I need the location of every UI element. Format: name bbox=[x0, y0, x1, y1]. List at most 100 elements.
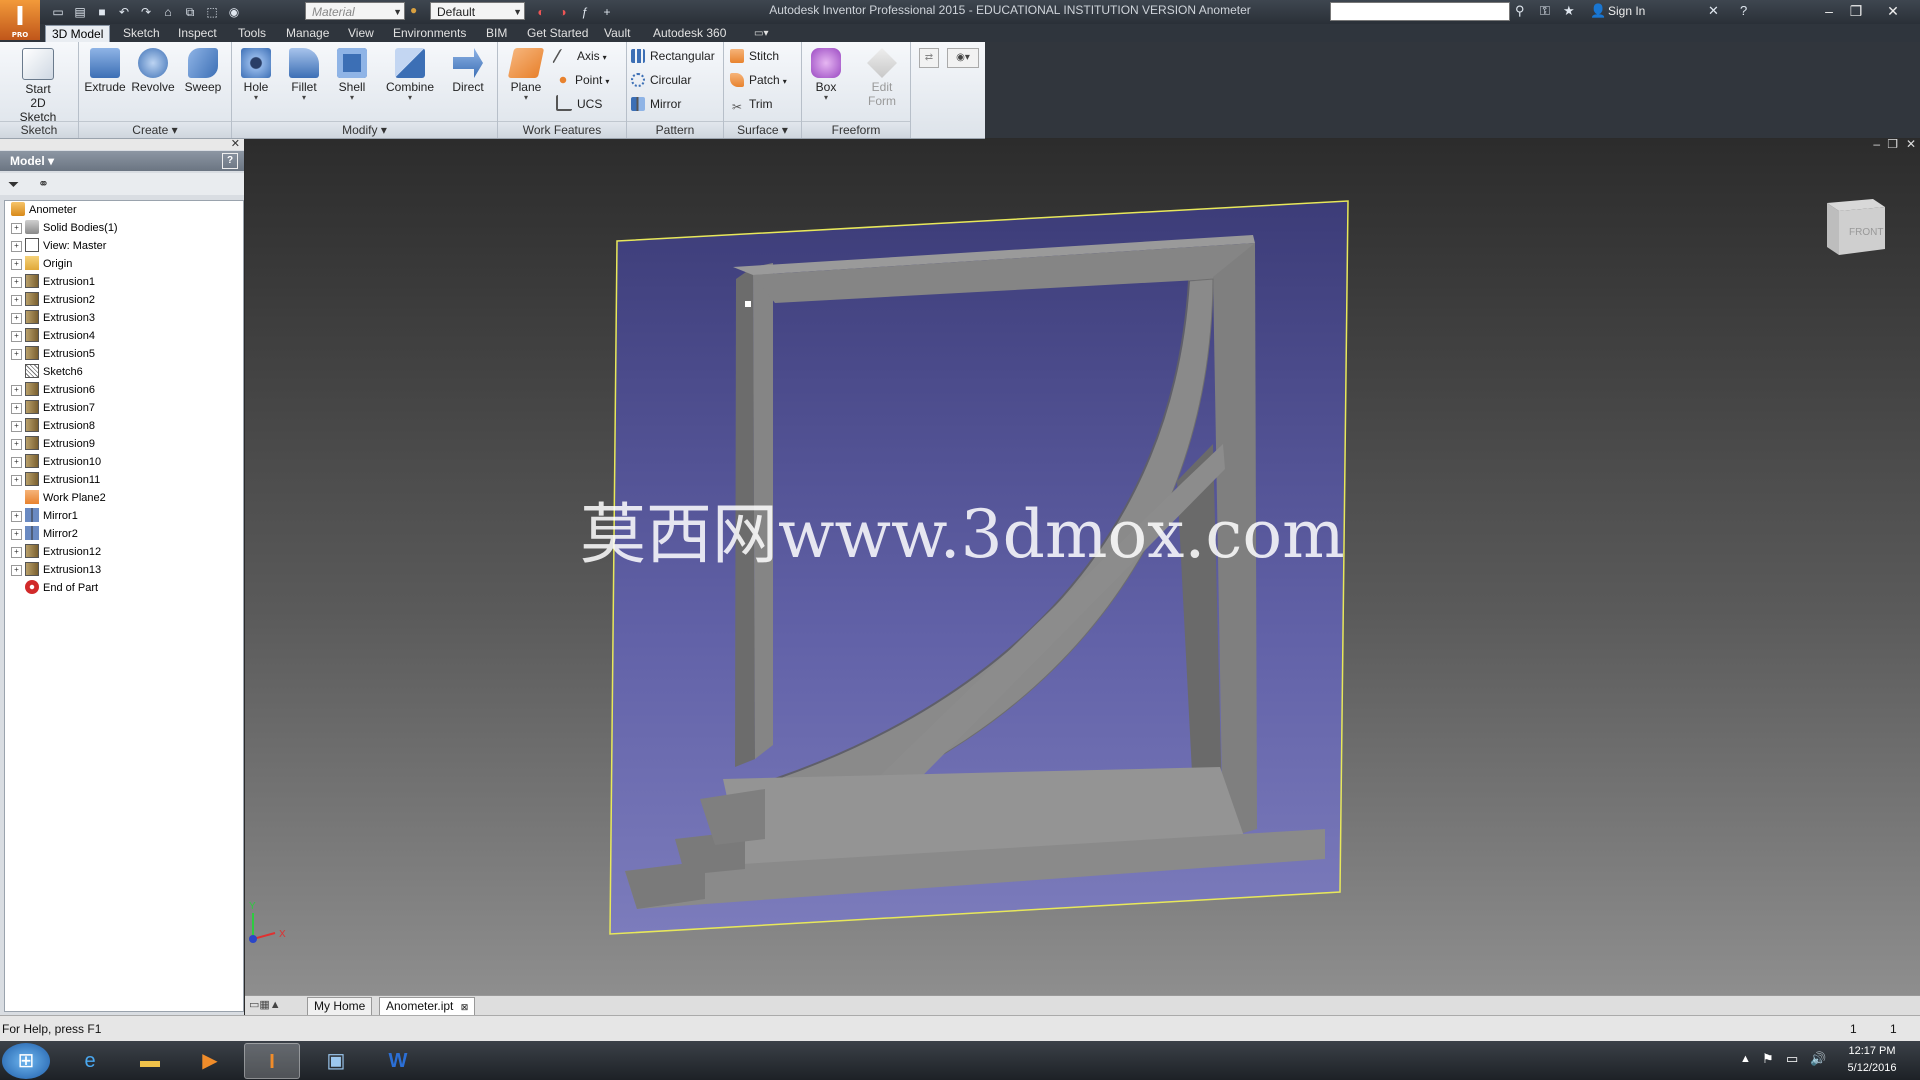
save-icon[interactable]: ■ bbox=[94, 5, 110, 19]
hole-button[interactable]: Hole ▾ bbox=[232, 48, 280, 102]
restore-icon[interactable]: ❐ bbox=[1843, 1, 1869, 21]
expand-plus-icon[interactable]: + bbox=[11, 385, 22, 396]
tab-close-icon[interactable]: ⊠ bbox=[461, 1002, 469, 1012]
ribbon-options-icon[interactable]: ▭▾ bbox=[748, 25, 774, 42]
tree-node[interactable]: + Extrusion5 bbox=[11, 345, 95, 363]
minimize-icon[interactable]: – bbox=[1816, 1, 1842, 21]
expand-plus-icon[interactable]: + bbox=[11, 511, 22, 522]
expand-plus-icon[interactable]: + bbox=[11, 331, 22, 342]
sweep-button[interactable]: Sweep bbox=[179, 48, 227, 94]
expand-plus-icon[interactable]: + bbox=[11, 241, 22, 252]
patch-button[interactable]: Patch ▾ bbox=[730, 70, 787, 90]
expand-plus-icon[interactable]: + bbox=[11, 259, 22, 270]
direct-button[interactable]: Direct bbox=[444, 48, 492, 94]
new-icon[interactable]: ▭ bbox=[50, 5, 66, 19]
tray-expand-icon[interactable]: ▲ bbox=[1740, 1053, 1751, 1065]
graphics-window[interactable]: FRONT X Y 莫西网www.3dmox.com – ❐ ✕ bbox=[245, 139, 1920, 995]
expand-plus-icon[interactable]: + bbox=[11, 349, 22, 360]
edit-form-button[interactable]: Edit Form bbox=[858, 48, 906, 108]
tree-node[interactable]: Anometer bbox=[11, 201, 77, 219]
tree-node[interactable]: + Mirror1 bbox=[11, 507, 78, 525]
expand-plus-icon[interactable]: + bbox=[11, 457, 22, 468]
start-2d-sketch-button[interactable]: Start 2D Sketch bbox=[14, 48, 62, 124]
circular-pattern-button[interactable]: Circular bbox=[631, 70, 691, 90]
viewcube[interactable]: FRONT bbox=[1827, 199, 1885, 255]
adjust-icon[interactable]: ◑ bbox=[555, 5, 571, 19]
clear-appearance-icon[interactable]: ◐ bbox=[533, 5, 549, 19]
axis-button[interactable]: Axis ▾ bbox=[551, 46, 607, 66]
volume-icon[interactable]: 🔊 bbox=[1810, 1051, 1826, 1067]
internet-explorer-icon[interactable]: e bbox=[62, 1043, 118, 1079]
expand-plus-icon[interactable]: + bbox=[11, 565, 22, 576]
extrude-button[interactable]: Extrude bbox=[81, 48, 129, 94]
tree-node[interactable]: + Extrusion13 bbox=[11, 561, 101, 579]
tab-my-home[interactable]: My Home bbox=[307, 997, 373, 1016]
tree-node[interactable]: + Extrusion8 bbox=[11, 417, 95, 435]
tree-node[interactable]: + View: Master bbox=[11, 237, 106, 255]
browser-close-icon[interactable]: ✕ bbox=[231, 137, 240, 150]
sketch-point-marker[interactable] bbox=[745, 301, 751, 307]
tree-node[interactable]: + Extrusion11 bbox=[11, 471, 100, 489]
exchange-icon[interactable]: ✕ bbox=[1708, 3, 1719, 19]
tile-windows-icon[interactable]: ▭▦▲ bbox=[249, 998, 281, 1011]
tab-sketch[interactable]: Sketch bbox=[117, 25, 166, 42]
tree-node[interactable]: End of Part bbox=[11, 579, 98, 597]
expand-plus-icon[interactable]: + bbox=[11, 421, 22, 432]
clock-time[interactable]: 12:17 PM bbox=[1842, 1045, 1902, 1057]
tree-node[interactable]: Work Plane2 bbox=[11, 489, 106, 507]
tree-node[interactable]: + Extrusion9 bbox=[11, 435, 95, 453]
convert-icon[interactable]: ⇄ bbox=[919, 48, 939, 68]
start-button-icon[interactable]: ⊞ bbox=[2, 1043, 50, 1079]
viewport-minimize-icon[interactable]: – bbox=[1873, 139, 1880, 151]
tab-get-started[interactable]: Get Started bbox=[521, 25, 594, 42]
sign-in-link[interactable]: Sign In bbox=[1608, 4, 1645, 18]
freeform-box-button[interactable]: Box ▾ bbox=[802, 48, 850, 102]
tree-node[interactable]: + Solid Bodies(1) bbox=[11, 219, 118, 237]
browser-help-icon[interactable]: ? bbox=[222, 153, 238, 169]
panel-surface-label[interactable]: Surface ▾ bbox=[724, 121, 801, 138]
expand-plus-icon[interactable]: + bbox=[11, 277, 22, 288]
tree-node[interactable]: Sketch6 bbox=[11, 363, 83, 381]
expand-plus-icon[interactable]: + bbox=[11, 295, 22, 306]
tab-inspect[interactable]: Inspect bbox=[172, 25, 223, 42]
expand-plus-icon[interactable]: + bbox=[11, 439, 22, 450]
tab-environments[interactable]: Environments bbox=[387, 25, 472, 42]
tab-tools[interactable]: Tools bbox=[232, 25, 272, 42]
close-icon[interactable]: ✕ bbox=[1880, 1, 1906, 21]
open-icon[interactable]: ▤ bbox=[72, 5, 88, 19]
expand-plus-icon[interactable]: + bbox=[11, 529, 22, 540]
binoculars-icon[interactable]: ⚲ bbox=[1515, 3, 1525, 19]
tree-node[interactable]: + Extrusion1 bbox=[11, 273, 95, 291]
home-icon[interactable]: ⌂ bbox=[160, 5, 176, 19]
viewport-restore-icon[interactable]: ❐ bbox=[1887, 139, 1898, 151]
fillet-button[interactable]: Fillet ▾ bbox=[280, 48, 328, 102]
undo-icon[interactable]: ↶ bbox=[116, 5, 132, 19]
appearance-select[interactable]: Default ▼ bbox=[430, 2, 525, 20]
help-search-input[interactable] bbox=[1330, 2, 1510, 21]
subscription-icon[interactable]: ⚿ bbox=[1540, 3, 1550, 19]
ribbon-customize-icon[interactable]: ◉▾ bbox=[947, 48, 979, 68]
tab-view[interactable]: View bbox=[342, 25, 380, 42]
tree-node[interactable]: + Extrusion10 bbox=[11, 453, 101, 471]
rectangular-pattern-button[interactable]: Rectangular bbox=[631, 46, 715, 66]
trim-button[interactable]: ✂ Trim bbox=[730, 94, 773, 114]
tree-node[interactable]: + Extrusion2 bbox=[11, 291, 95, 309]
inventor-taskbar-icon[interactable]: I bbox=[244, 1043, 300, 1079]
update-icon[interactable]: ⧉ bbox=[182, 5, 198, 19]
color-icon[interactable]: ◉ bbox=[226, 5, 242, 19]
redo-icon[interactable]: ↷ bbox=[138, 5, 154, 19]
expand-plus-icon[interactable]: + bbox=[11, 475, 22, 486]
browser-header[interactable]: Model ▾ ? bbox=[0, 151, 244, 171]
tree-node[interactable]: + Extrusion3 bbox=[11, 309, 95, 327]
action-center-flag-icon[interactable]: ⚑ bbox=[1762, 1051, 1774, 1067]
inventor-app-button[interactable]: I PRO bbox=[0, 0, 40, 40]
expand-plus-icon[interactable]: + bbox=[11, 223, 22, 234]
combine-button[interactable]: Combine ▾ bbox=[386, 48, 434, 102]
revolve-button[interactable]: Revolve bbox=[129, 48, 177, 94]
point-button[interactable]: Point ▾ bbox=[556, 70, 609, 90]
filter-icon[interactable]: ⏷ bbox=[8, 176, 19, 193]
favorites-star-icon[interactable]: ★ bbox=[1563, 3, 1575, 19]
help-icon[interactable]: ? bbox=[1740, 3, 1747, 18]
tree-node[interactable]: + Extrusion4 bbox=[11, 327, 95, 345]
shell-button[interactable]: Shell ▾ bbox=[328, 48, 376, 102]
